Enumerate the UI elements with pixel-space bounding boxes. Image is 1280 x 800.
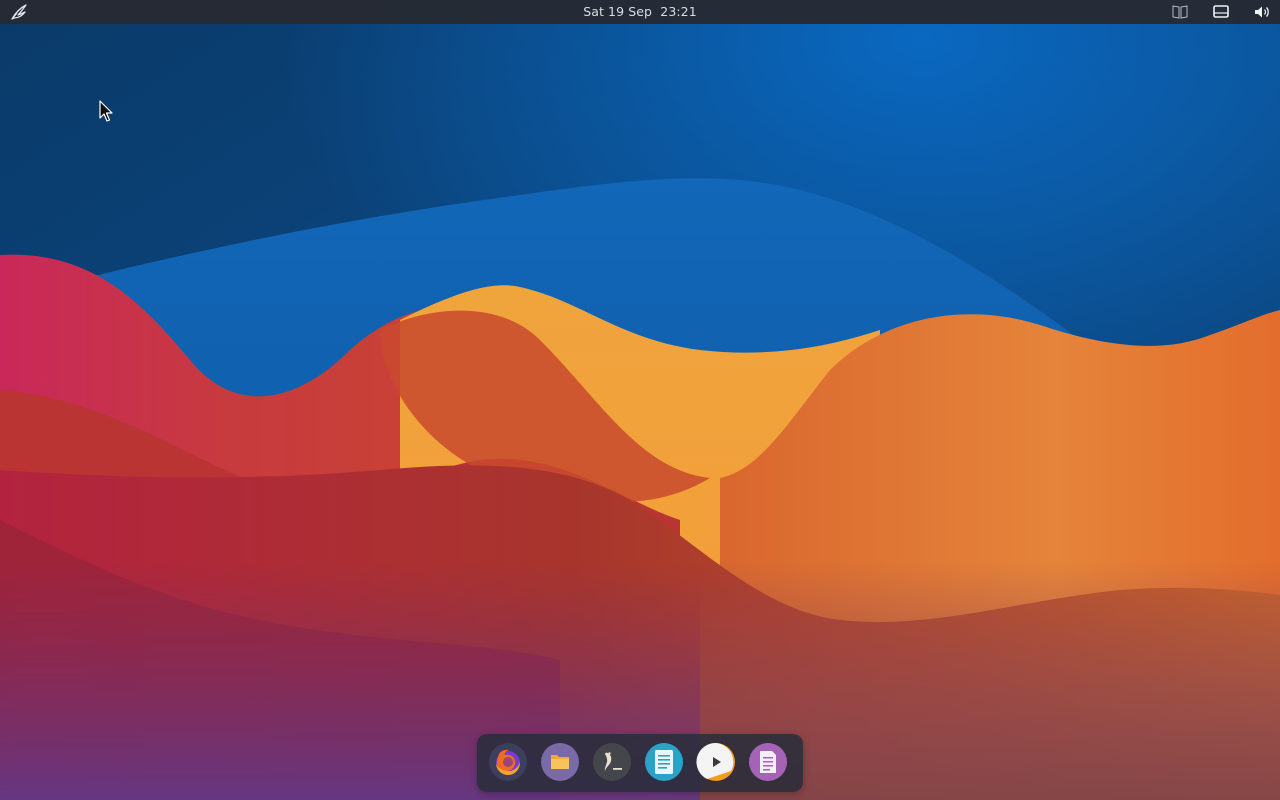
clock-time: 23:21 bbox=[660, 4, 697, 19]
volume-icon bbox=[1255, 6, 1269, 18]
keyboard-layout-button[interactable] bbox=[1170, 3, 1190, 21]
top-panel: Sat 19 Sep 23:21 bbox=[0, 0, 1280, 24]
display-button[interactable] bbox=[1211, 3, 1231, 21]
desktop[interactable]: Sat 19 Sep 23:21 bbox=[0, 0, 1280, 800]
firefox-icon bbox=[489, 743, 527, 781]
text-editor-icon bbox=[645, 743, 683, 781]
dock-item-firefox[interactable] bbox=[487, 741, 529, 783]
mouse-pointer-icon bbox=[99, 100, 113, 122]
dock-item-document-viewer[interactable] bbox=[747, 741, 789, 783]
document-viewer-icon bbox=[749, 743, 787, 781]
folder-icon bbox=[541, 743, 579, 781]
dock-item-media-player[interactable] bbox=[695, 741, 737, 783]
dock-item-text-editor[interactable] bbox=[643, 741, 685, 783]
media-player-icon bbox=[696, 742, 735, 781]
dock-item-terminal[interactable] bbox=[591, 741, 633, 783]
panel-clock[interactable]: Sat 19 Sep 23:21 bbox=[0, 0, 1280, 24]
clock-date: Sat 19 Sep bbox=[583, 4, 653, 19]
keyboard-layout-icon bbox=[1172, 5, 1188, 19]
dock bbox=[477, 734, 803, 792]
wallpaper bbox=[0, 0, 1280, 800]
display-icon bbox=[1213, 5, 1229, 18]
terminal-icon bbox=[593, 743, 631, 781]
dock-item-files[interactable] bbox=[539, 741, 581, 783]
volume-button[interactable] bbox=[1252, 3, 1272, 21]
feather-menu-icon bbox=[11, 4, 27, 20]
application-menu-button[interactable] bbox=[8, 2, 30, 22]
